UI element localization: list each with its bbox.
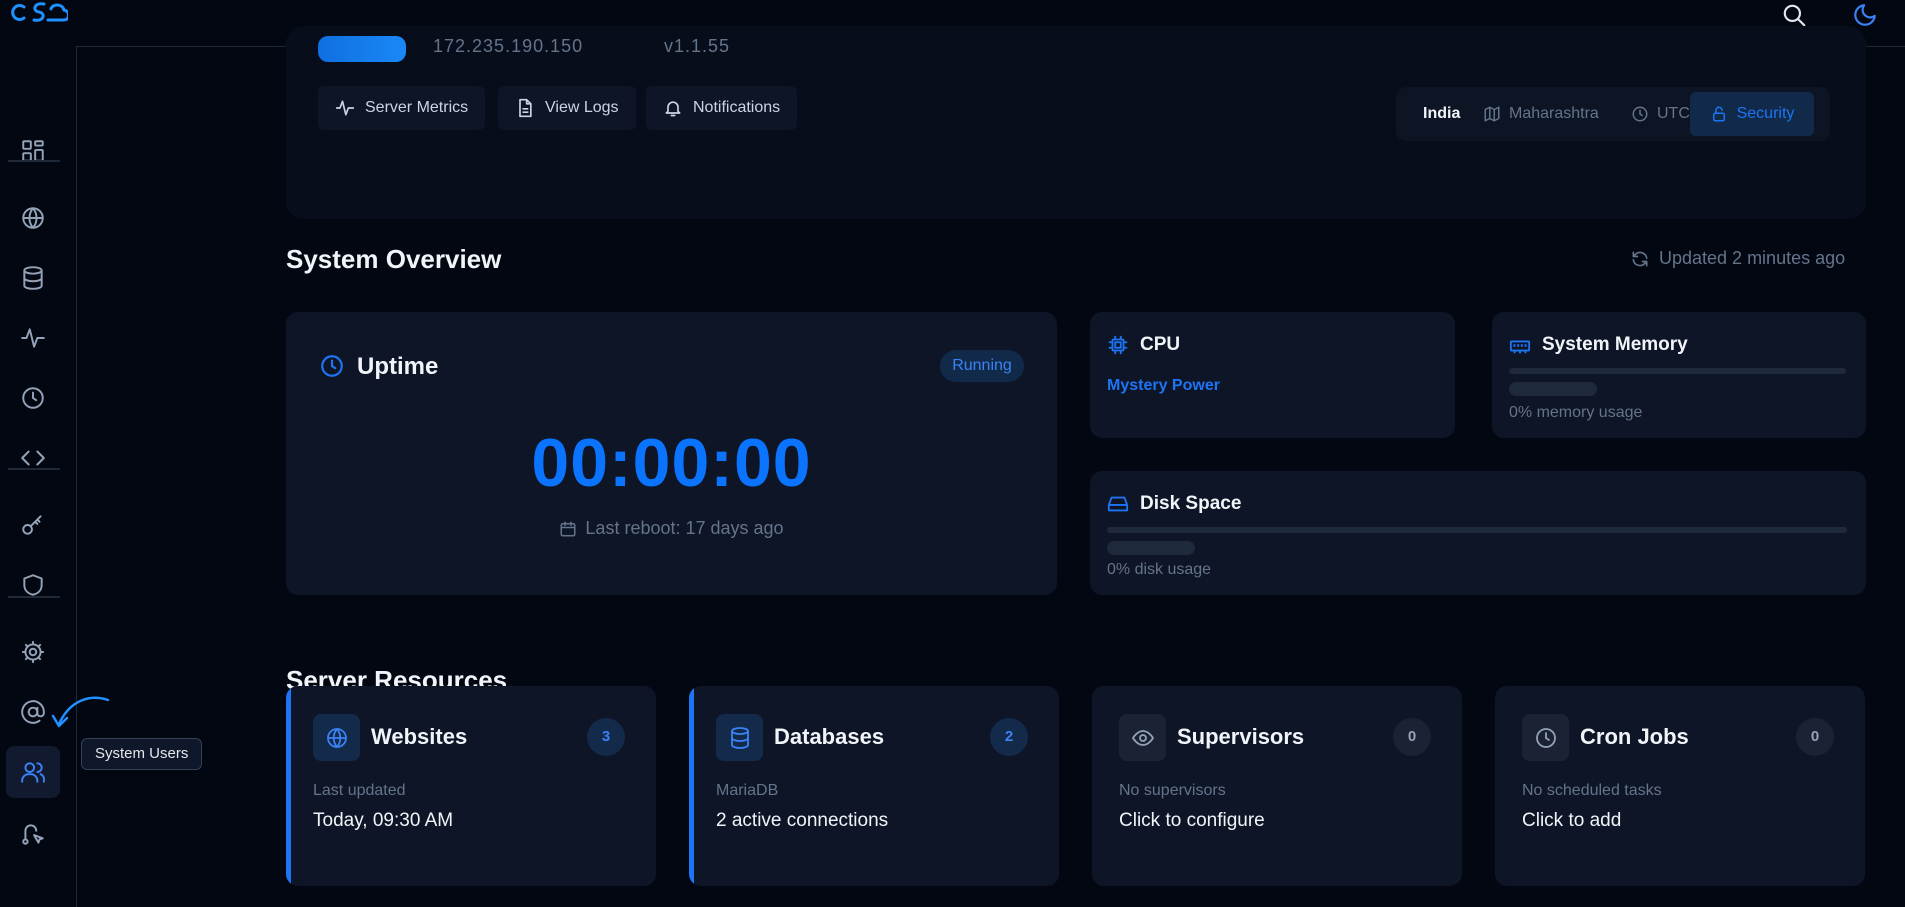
disk-card: Disk Space 0% disk usage — [1090, 471, 1866, 595]
memory-progress-track — [1509, 368, 1846, 374]
sidebar-item-keys[interactable] — [6, 499, 60, 551]
status-badge: Running — [940, 350, 1024, 382]
location-region: Maharashtra — [1483, 87, 1599, 141]
last-reboot: Last reboot: 17 days ago — [286, 518, 1057, 539]
cpu-model: Mystery Power — [1107, 377, 1220, 394]
country-label: India — [1423, 105, 1461, 122]
supervisors-value: Click to configure — [1119, 810, 1265, 831]
server-status-pill — [318, 36, 406, 62]
system-overview-title: System Overview — [286, 244, 502, 274]
databases-sub: MariaDB — [716, 782, 779, 799]
websites-sub: Last updated — [313, 782, 406, 799]
hard-drive-icon — [1107, 496, 1129, 512]
search-icon[interactable] — [1781, 2, 1807, 28]
location-timezone: UTC — [1631, 87, 1690, 141]
sidebar-item-metrics[interactable] — [6, 312, 60, 364]
cpu-icon — [1108, 335, 1128, 355]
notifications-button[interactable]: Notifications — [646, 86, 798, 130]
sidebar-item-system-users[interactable] — [6, 746, 60, 798]
server-ip: 172.235.190.150 — [433, 36, 584, 56]
websites-title: Websites — [371, 724, 468, 749]
databases-value: 2 active connections — [716, 810, 889, 831]
refresh-icon[interactable] — [1630, 249, 1650, 269]
file-text-icon — [519, 98, 532, 118]
memory-title: System Memory — [1542, 334, 1688, 355]
uptime-card: Uptime Running 00:00:00 Last reboot: 17 … — [286, 312, 1057, 595]
sidebar-item-settings[interactable] — [6, 626, 60, 678]
sidebar-item-security[interactable] — [6, 559, 60, 611]
sidebar-item-cron[interactable] — [6, 372, 60, 424]
eye-icon — [1119, 714, 1166, 761]
bell-icon — [665, 101, 681, 117]
supervisors-title: Supervisors — [1177, 724, 1305, 749]
websites-value: Today, 09:30 AM — [313, 810, 454, 831]
supervisors-count: 0 — [1393, 718, 1431, 756]
clock-icon — [1632, 106, 1648, 122]
view-logs-button[interactable]: View Logs — [498, 86, 636, 130]
sidebar-item-databases[interactable] — [6, 252, 60, 304]
card-accent — [286, 686, 291, 886]
cron-jobs-title: Cron Jobs — [1580, 724, 1689, 749]
timezone-label: UTC — [1657, 105, 1690, 122]
notifications-label: Notifications — [693, 99, 781, 116]
cron-jobs-card[interactable]: Cron Jobs 0 No scheduled tasks Click to … — [1495, 686, 1865, 886]
globe-icon — [313, 714, 360, 761]
cpu-title: CPU — [1140, 334, 1181, 355]
memory-card: System Memory 0% memory usage — [1492, 312, 1866, 438]
uptime-title: Uptime — [357, 353, 439, 380]
uptime-clock: 00:00:00 — [531, 425, 812, 501]
main-content: 172.235.190.150 v1.1.55 Server Metrics V… — [76, 26, 1905, 907]
security-label: Security — [1736, 105, 1795, 122]
activity-icon — [335, 100, 355, 116]
clock-icon — [1522, 714, 1569, 761]
sidebar-item-dashboard[interactable] — [6, 125, 60, 177]
last-reboot-text: Last reboot: 17 days ago — [585, 518, 784, 538]
view-logs-label: View Logs — [545, 99, 619, 116]
sidebar-item-code[interactable] — [6, 432, 60, 484]
database-icon — [716, 714, 763, 761]
memory-usage: 0% memory usage — [1509, 404, 1643, 421]
calendar-icon — [560, 521, 576, 536]
sidebar — [0, 46, 77, 907]
cron-jobs-value: Click to add — [1522, 810, 1622, 831]
memory-icon — [1509, 340, 1531, 354]
databases-card[interactable]: Databases 2 MariaDB 2 active connections — [689, 686, 1059, 886]
sidebar-item-deploy[interactable] — [6, 808, 60, 860]
sidebar-divider — [8, 160, 60, 162]
databases-count: 2 — [990, 718, 1028, 756]
websites-card[interactable]: Websites 3 Last updated Today, 09:30 AM — [286, 686, 656, 886]
supervisors-sub: No supervisors — [1119, 782, 1226, 799]
location-bar: India Maharashtra UTC Security — [1396, 87, 1830, 141]
updated-text: Updated 2 minutes ago — [1659, 248, 1846, 268]
cron-jobs-sub: No scheduled tasks — [1522, 782, 1662, 799]
sidebar-divider — [8, 468, 60, 470]
sidebar-divider — [8, 596, 60, 598]
security-button[interactable]: Security — [1690, 92, 1814, 136]
updated-indicator: Updated 2 minutes ago — [1630, 248, 1845, 269]
disk-title: Disk Space — [1140, 493, 1242, 514]
sidebar-item-websites[interactable] — [6, 192, 60, 244]
databases-title: Databases — [774, 724, 885, 749]
server-metrics-label: Server Metrics — [365, 99, 469, 116]
theme-toggle-moon-icon[interactable] — [1852, 2, 1878, 28]
server-version: v1.1.55 — [664, 36, 731, 56]
card-accent — [689, 686, 694, 886]
region-label: Maharashtra — [1509, 105, 1599, 122]
clock-icon — [321, 355, 343, 377]
cpu-card: CPU Mystery Power — [1090, 312, 1455, 438]
location-country: India — [1423, 87, 1460, 141]
supervisors-card[interactable]: Supervisors 0 No supervisors Click to co… — [1092, 686, 1462, 886]
disk-progress-track — [1107, 527, 1847, 533]
app-logo[interactable] — [10, 0, 68, 28]
lock-icon — [1712, 106, 1725, 122]
memory-progress-placeholder — [1509, 382, 1597, 396]
server-metrics-button[interactable]: Server Metrics — [318, 86, 486, 130]
map-icon — [1484, 106, 1500, 122]
disk-usage: 0% disk usage — [1107, 561, 1212, 578]
cron-jobs-count: 0 — [1796, 718, 1834, 756]
websites-count: 3 — [587, 718, 625, 756]
disk-progress-placeholder — [1107, 541, 1195, 555]
